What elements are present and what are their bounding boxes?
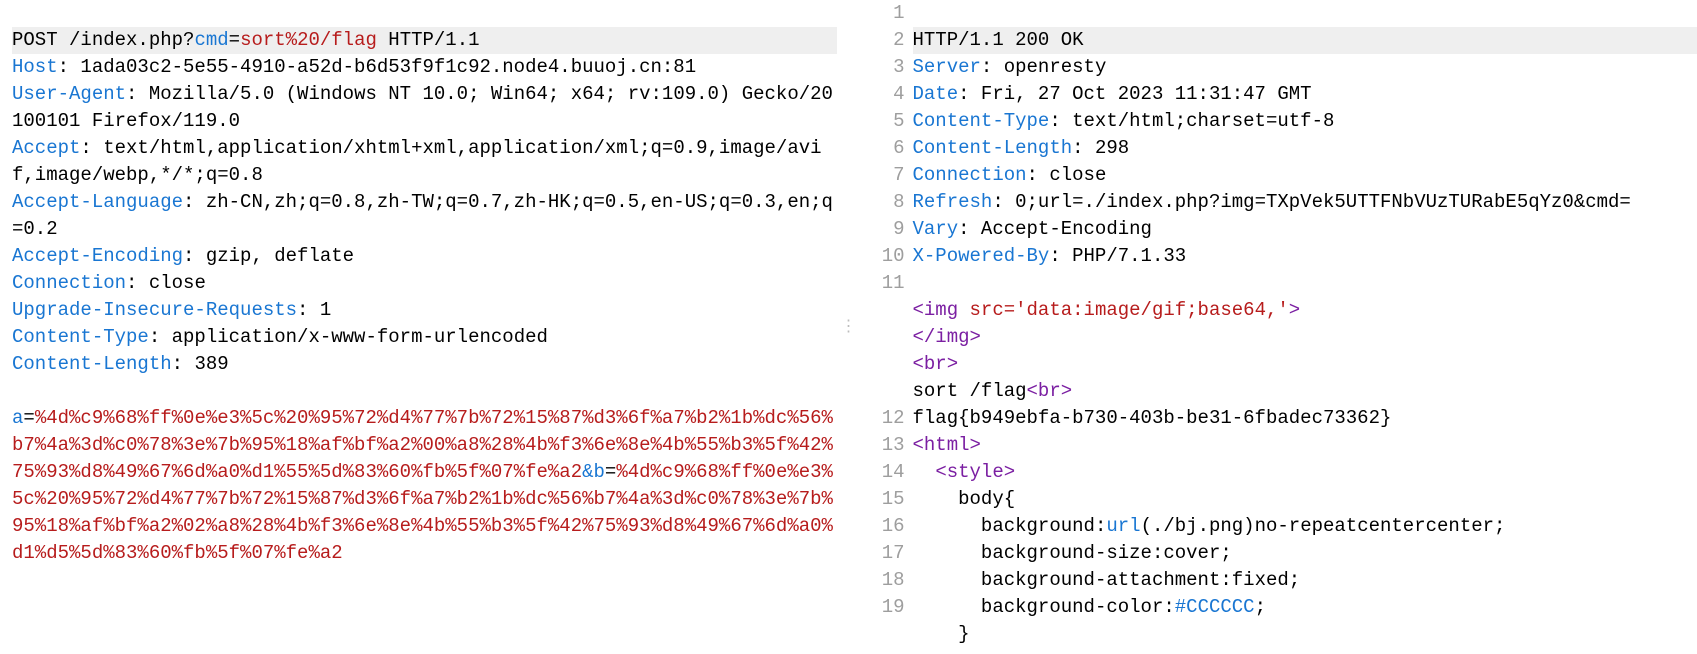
host-header: Host xyxy=(12,56,58,78)
request-path: /index.php? xyxy=(58,29,195,51)
date-header: Date xyxy=(913,83,959,105)
img-tag-close: </img> xyxy=(913,326,981,348)
response-code[interactable]: HTTP/1.1 200 OKServer: openresty Date: F… xyxy=(913,0,1697,654)
vary-header: Vary xyxy=(913,218,959,240)
flag-value: flag{b949ebfa-b730-403b-be31-6fbadec7336… xyxy=(913,407,1392,429)
response-pane: 1 2 3 4 5 6 7 8 9 10 11 12 13 14 15 16 1… xyxy=(861,0,1697,654)
content-type-header: Content-Type xyxy=(12,326,149,348)
body-param-a: a xyxy=(12,407,23,429)
request-pane: POST /index.php?cmd=sort%20/flag HTTP/1.… xyxy=(0,0,837,654)
request-code[interactable]: POST /index.php?cmd=sort%20/flag HTTP/1.… xyxy=(12,0,837,594)
accept-encoding-header: Accept-Encoding xyxy=(12,245,183,267)
img-tag-open: <img xyxy=(913,299,959,321)
accept-language-header: Accept-Language xyxy=(12,191,183,213)
x-powered-by-header: X-Powered-By xyxy=(913,245,1050,267)
response-line-gutter: 1 2 3 4 5 6 7 8 9 10 11 12 13 14 15 16 1… xyxy=(861,0,905,621)
ua-header: User-Agent xyxy=(12,83,126,105)
uir-header: Upgrade-Insecure-Requests xyxy=(12,299,297,321)
css-body-open: body{ xyxy=(913,488,1016,510)
css-body-close: } xyxy=(913,623,970,645)
status-line: HTTP/1.1 200 OK xyxy=(913,27,1697,54)
br-tag: <br> xyxy=(913,353,959,375)
refresh-header: Refresh xyxy=(913,191,993,213)
content-length-header: Content-Length xyxy=(12,353,172,375)
css-bg-color-hex: #CCCCCC xyxy=(1175,596,1255,618)
param-cmd: cmd xyxy=(194,29,228,51)
accept-header: Accept xyxy=(12,137,80,159)
cmd-value: sort%20/flag xyxy=(240,29,377,51)
body-param-b: &b xyxy=(582,461,605,483)
css-bg-size: background-size:cover; xyxy=(913,542,1232,564)
server-header: Server xyxy=(913,56,981,78)
html-tag-open: <html> xyxy=(913,434,981,456)
http-version: HTTP/1.1 xyxy=(377,29,480,51)
style-tag-open: <style> xyxy=(913,461,1016,483)
connection-header: Connection xyxy=(12,272,126,294)
css-bg-attachment: background-attachment:fixed; xyxy=(913,569,1301,591)
resp-content-length-header: Content-Length xyxy=(913,137,1073,159)
resp-connection-header: Connection xyxy=(913,164,1027,186)
flag-command-output: sort /flag xyxy=(913,380,1027,402)
resp-content-type-header: Content-Type xyxy=(913,110,1050,132)
drag-handle-icon: ⋮ xyxy=(841,324,857,330)
pane-divider[interactable]: ⋮ xyxy=(837,0,861,654)
http-method: POST xyxy=(12,29,58,51)
